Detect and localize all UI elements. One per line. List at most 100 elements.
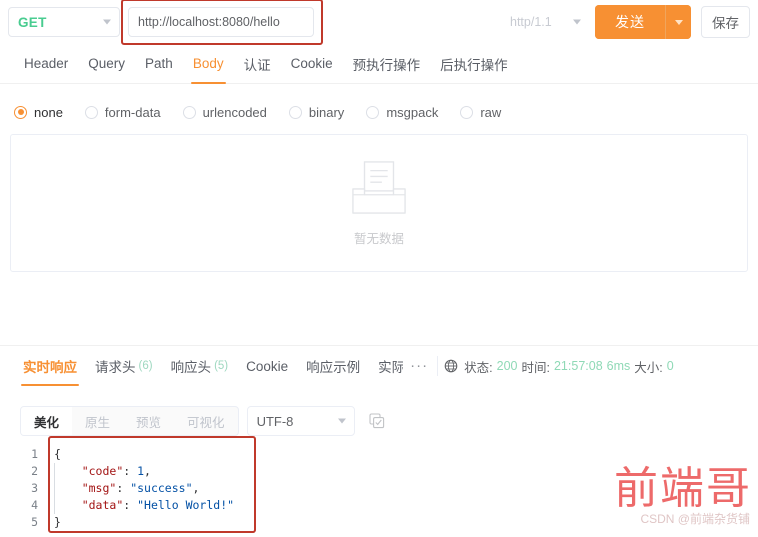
code-token: : — [123, 498, 138, 512]
rtab-count: (5) — [214, 360, 229, 372]
line-number: 3 — [31, 481, 38, 495]
rtab-count: (6) — [138, 360, 153, 372]
rtab-actual-request[interactable]: 实际请 — [369, 346, 403, 386]
rtab-request-headers[interactable]: 请求头 (6) — [86, 346, 162, 386]
protocol-label: http/1.1 — [510, 15, 552, 29]
radio-none[interactable]: none — [14, 105, 63, 120]
send-options-button[interactable] — [665, 5, 691, 39]
chevron-down-icon — [103, 19, 111, 25]
chevron-down-icon — [573, 19, 581, 25]
code-line: { — [54, 446, 234, 463]
rtab-realtime-response[interactable]: 实时响应 — [14, 346, 86, 386]
code-token: { — [54, 447, 61, 461]
body-empty-panel: 暂无数据 — [10, 134, 748, 272]
rtab-label: 响应头 — [170, 360, 212, 375]
copy-icon[interactable] — [369, 413, 385, 429]
seg-beautify[interactable]: 美化 — [21, 407, 73, 435]
radio-label: msgpack — [386, 104, 439, 120]
code-lines: { "code": 1, "msg": "success", "data": "… — [46, 446, 234, 534]
request-bar: GET http://localhost:8080/hello http/1.1… — [0, 0, 758, 45]
radio-indicator — [366, 105, 380, 119]
tab-query[interactable]: Query — [78, 44, 135, 84]
url-field-wrapper: http://localhost:8080/hello — [121, 0, 323, 45]
radio-raw[interactable]: raw — [460, 105, 501, 120]
code-token: "Hello World!" — [137, 498, 235, 512]
radio-label: raw — [480, 104, 502, 120]
radio-form-data[interactable]: form-data — [84, 104, 161, 120]
radio-binary[interactable]: binary — [288, 104, 345, 120]
watermark-sub: CSDN @前端杂货铺 — [640, 512, 750, 526]
chevron-down-icon — [337, 418, 346, 424]
send-button-group: 发送 — [595, 5, 691, 39]
status-label: 状态: — [464, 360, 493, 375]
size-label: 大小: — [634, 360, 663, 375]
empty-state-text: 暂无数据 — [353, 231, 404, 246]
globe-icon — [444, 359, 458, 373]
http-method-select[interactable]: GET — [8, 7, 120, 37]
line-number: 5 — [31, 515, 38, 529]
status-value: 200 — [496, 359, 518, 373]
send-button[interactable]: 发送 — [595, 5, 665, 39]
view-mode-segmented-control: 美化 原生 预览 可视化 — [20, 406, 239, 436]
tab-auth[interactable]: 认证 — [234, 44, 281, 84]
radio-urlencoded[interactable]: urlencoded — [182, 104, 267, 120]
radio-label: form-data — [104, 104, 161, 120]
seg-raw[interactable]: 原生 — [72, 407, 123, 435]
time-value: 21:57:08 — [553, 359, 603, 373]
code-line: "data": "Hello World!" — [54, 497, 234, 514]
http-method-label: GET — [18, 14, 47, 30]
code-token: : — [116, 481, 131, 495]
radio-label: binary — [308, 104, 345, 120]
tab-cookie[interactable]: Cookie — [281, 44, 343, 84]
code-line: "code": 1, — [54, 463, 234, 480]
code-token: "msg" — [81, 481, 117, 495]
empty-tray-icon — [352, 160, 406, 214]
tab-path[interactable]: Path — [135, 44, 183, 84]
tab-pre-script[interactable]: 预执行操作 — [343, 44, 431, 84]
code-token: 1 — [137, 464, 145, 478]
rtab-response-example[interactable]: 响应示例 — [297, 346, 369, 386]
url-input[interactable]: http://localhost:8080/hello — [128, 7, 314, 37]
protocol-select[interactable]: http/1.1 — [501, 7, 589, 37]
response-body-code[interactable]: 1 2 3 4 5 { "code": 1, "msg": "success",… — [20, 436, 420, 534]
line-number: 4 — [31, 498, 38, 512]
radio-msgpack[interactable]: msgpack — [366, 105, 438, 120]
code-line: } — [54, 514, 234, 531]
radio-indicator — [460, 105, 474, 119]
tab-body[interactable]: Body — [183, 44, 234, 84]
time-label: 时间: — [521, 360, 550, 375]
seg-preview[interactable]: 预览 — [123, 407, 174, 435]
radio-indicator — [182, 105, 196, 119]
code-token: "success" — [130, 481, 193, 495]
status-separator — [437, 356, 439, 376]
save-button[interactable]: 保存 — [701, 6, 750, 38]
response-tabs-overflow-button[interactable]: ··· — [403, 358, 435, 373]
line-number: 1 — [31, 447, 38, 461]
code-token: } — [54, 515, 61, 529]
code-token: "code" — [81, 464, 124, 478]
response-view-toolbar: 美化 原生 预览 可视化 UTF-8 — [20, 406, 385, 436]
size-value: 0 — [666, 359, 674, 373]
code-token: : — [123, 464, 138, 478]
tab-header[interactable]: Header — [14, 44, 78, 84]
request-tab-bar: Header Query Path Body 认证 Cookie 预执行操作 后… — [0, 44, 758, 84]
api-client-window: GET http://localhost:8080/hello http/1.1… — [0, 0, 758, 537]
response-status-bar: 状态: 200 时间: 21:57:08 6ms 大小: 0 — [444, 357, 674, 376]
rtab-cookie[interactable]: Cookie — [237, 346, 297, 386]
response-tab-bar: 实时响应 请求头 (6) 响应头 (5) Cookie 响应示例 实际请 ···… — [0, 346, 758, 386]
tab-post-script[interactable]: 后执行操作 — [430, 44, 518, 84]
radio-label: urlencoded — [202, 104, 267, 120]
body-type-radio-group: none form-data urlencoded binary msgpack… — [0, 96, 758, 128]
code-gutter: 1 2 3 4 5 — [20, 446, 46, 534]
code-line: "msg": "success", — [54, 480, 234, 497]
radio-indicator — [288, 105, 302, 119]
code-token: "data" — [81, 498, 124, 512]
radio-indicator — [84, 105, 98, 119]
radio-label: none — [34, 104, 63, 120]
seg-visualize[interactable]: 可视化 — [174, 407, 238, 435]
rtab-response-headers[interactable]: 响应头 (5) — [162, 346, 238, 386]
radio-indicator — [14, 105, 27, 119]
code-token: , — [144, 464, 151, 478]
chevron-down-icon — [674, 19, 683, 25]
encoding-select[interactable]: UTF-8 — [246, 406, 355, 436]
